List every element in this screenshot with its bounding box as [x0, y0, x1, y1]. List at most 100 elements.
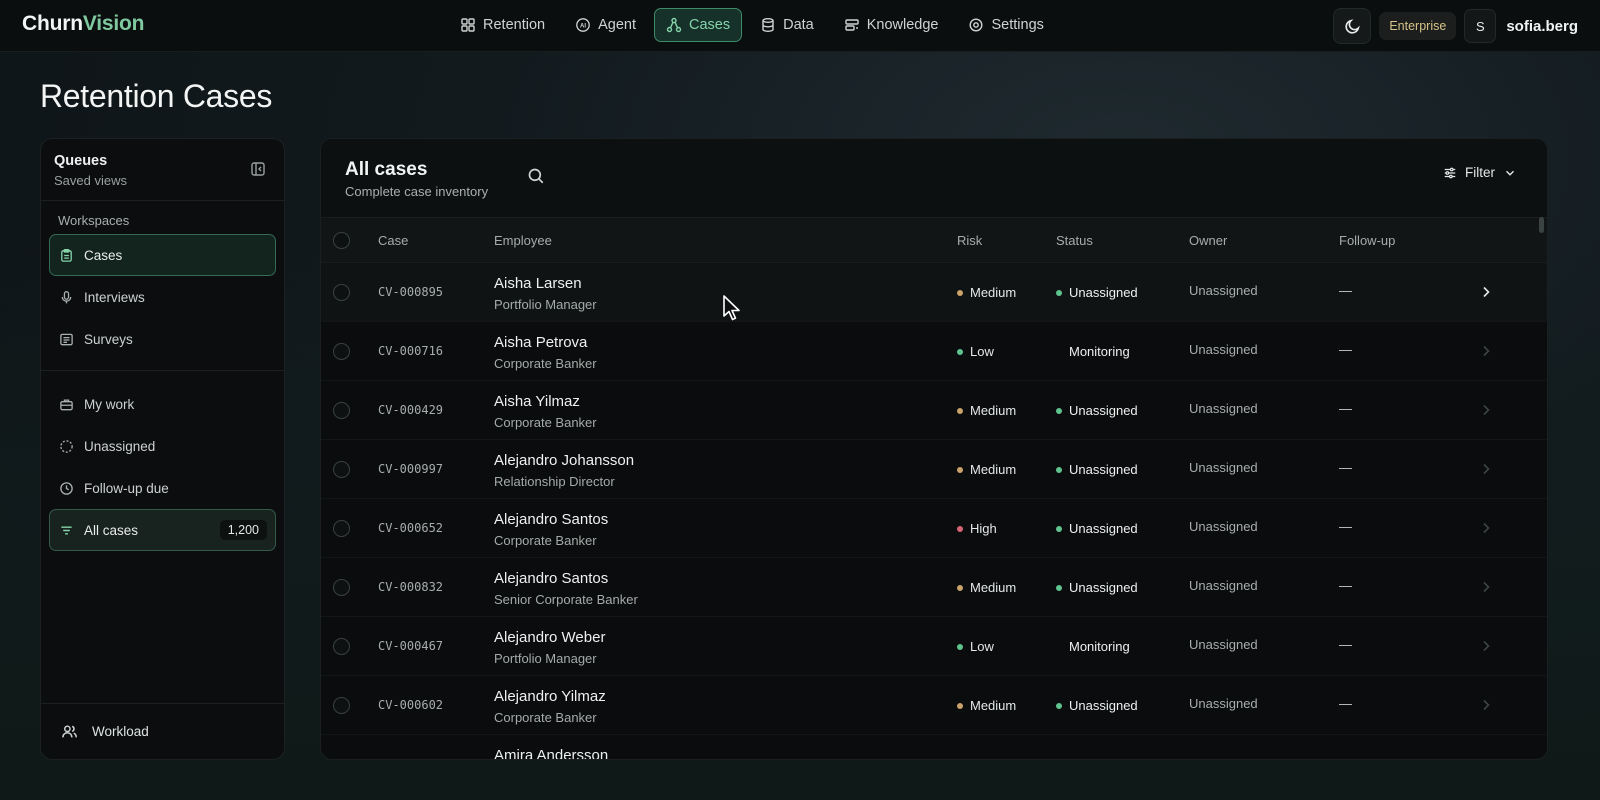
app-logo[interactable]: ChurnVision: [22, 12, 144, 36]
row-checkbox[interactable]: [333, 284, 350, 301]
table-row[interactable]: Amira Andersson: [321, 735, 1547, 759]
chevron-right-icon[interactable]: [1481, 344, 1491, 358]
ai-icon: AI: [576, 18, 590, 32]
cases-network-icon: [666, 17, 682, 33]
sidebar-item-follow-up-due[interactable]: Follow-up due: [49, 467, 276, 509]
employee-role: Corporate Banker: [494, 533, 597, 548]
search-icon[interactable]: [527, 167, 545, 185]
table-row[interactable]: CV-000652 Alejandro Santos Corporate Banke…: [321, 499, 1547, 558]
table-row[interactable]: CV-000467 Alejandro Weber Portfolio Manage…: [321, 617, 1547, 676]
table-row[interactable]: CV-000832 Alejandro Santos Senior Corporat…: [321, 558, 1547, 617]
workload-button[interactable]: Workload: [41, 703, 284, 759]
sidebar-item-my-work[interactable]: My work: [49, 383, 276, 425]
owner-cell: Unassigned: [1189, 283, 1258, 298]
status-dot: [1056, 702, 1062, 709]
risk-cell: Low: [957, 639, 994, 654]
user-name[interactable]: sofia.berg: [1506, 18, 1578, 35]
chevron-right-icon[interactable]: [1481, 285, 1491, 299]
row-checkbox[interactable]: [333, 579, 350, 596]
column-header-employee[interactable]: Employee: [494, 233, 552, 248]
chevron-right-icon[interactable]: [1481, 521, 1491, 535]
owner-cell: Unassigned: [1189, 342, 1258, 357]
risk-cell: High: [957, 521, 997, 536]
risk-label: Low: [970, 639, 994, 654]
svg-text:AI: AI: [580, 23, 586, 29]
chevron-right-icon[interactable]: [1481, 462, 1491, 476]
status-badge: Unassigned: [1056, 462, 1138, 477]
table-row[interactable]: CV-000602 Alejandro Yilmaz Corporate Banke…: [321, 676, 1547, 735]
select-all-checkbox[interactable]: [333, 232, 350, 249]
follow-up-cell: —: [1339, 519, 1352, 534]
employee-name: Alejandro Yilmaz: [494, 688, 606, 705]
table-row[interactable]: CV-000895 Aisha Larsen Portfolio Manager Me…: [321, 263, 1547, 322]
employee-name: Alejandro Santos: [494, 570, 609, 587]
employee-name: Alejandro Santos: [494, 511, 609, 528]
sidebar-divider: [41, 370, 284, 371]
nav-knowledge[interactable]: Knowledge: [832, 8, 951, 42]
row-checkbox[interactable]: [333, 520, 350, 537]
risk-dot: [957, 643, 963, 650]
sidebar-header: Queues Saved views: [41, 139, 284, 201]
grid-icon: [461, 18, 475, 32]
sidebar-item-surveys[interactable]: Surveys: [49, 318, 276, 360]
column-header-status[interactable]: Status: [1056, 233, 1093, 248]
row-checkbox[interactable]: [333, 343, 350, 360]
sidebar-item-interviews[interactable]: Interviews: [49, 276, 276, 318]
status-dot: [1056, 407, 1062, 414]
employee-role: Corporate Banker: [494, 710, 597, 725]
sidebar-item-label: My work: [84, 396, 135, 412]
collapse-sidebar-icon[interactable]: [250, 161, 266, 177]
risk-cell: Medium: [957, 285, 1016, 300]
follow-up-cell: —: [1339, 696, 1352, 711]
status-badge: Unassigned: [1056, 521, 1138, 536]
table-row[interactable]: CV-000997 Alejandro Johansson Relationship…: [321, 440, 1547, 499]
employee-name: Alejandro Weber: [494, 629, 606, 646]
knowledge-icon: [845, 19, 859, 31]
employee-role: Portfolio Manager: [494, 651, 597, 666]
column-header-case[interactable]: Case: [378, 233, 408, 248]
table-row[interactable]: CV-000429 Aisha Yilmaz Corporate Banker Med…: [321, 381, 1547, 440]
panel-header: All cases Complete case inventory Filter: [321, 139, 1547, 217]
sidebar-title: Queues: [54, 153, 108, 169]
owner-cell: Unassigned: [1189, 696, 1258, 711]
risk-cell: Medium: [957, 580, 1016, 595]
risk-dot: [957, 584, 963, 591]
sidebar-subtitle: Saved views: [54, 173, 127, 188]
employee-role: Portfolio Manager: [494, 297, 597, 312]
employee-role: Corporate Banker: [494, 356, 597, 371]
column-header-risk[interactable]: Risk: [957, 233, 982, 248]
follow-up-cell: —: [1339, 460, 1352, 475]
panel-subtitle: Complete case inventory: [345, 184, 489, 199]
table-row[interactable]: CV-000716 Aisha Petrova Corporate Banker Lo…: [321, 322, 1547, 381]
scrollbar[interactable]: [1539, 217, 1544, 233]
sidebar-item-cases[interactable]: Cases: [49, 234, 276, 276]
risk-dot: [957, 702, 963, 709]
row-checkbox[interactable]: [333, 402, 350, 419]
status-label: Monitoring: [1069, 344, 1130, 359]
chevron-right-icon[interactable]: [1481, 639, 1491, 653]
employee-name: Aisha Larsen: [494, 275, 582, 292]
avatar[interactable]: S: [1464, 9, 1497, 43]
nav-retention[interactable]: Retention: [448, 8, 557, 42]
theme-toggle-button[interactable]: [1333, 8, 1372, 44]
chevron-right-icon[interactable]: [1481, 403, 1491, 417]
nav-cases[interactable]: Cases: [653, 8, 743, 42]
row-checkbox[interactable]: [333, 638, 350, 655]
column-header-owner[interactable]: Owner: [1189, 233, 1227, 248]
sidebar-item-unassigned[interactable]: Unassigned: [49, 425, 276, 467]
case-id: CV-000716: [378, 344, 444, 358]
nav-agent[interactable]: AI Agent: [563, 8, 648, 42]
sidebar-item-all-cases[interactable]: All cases 1,200: [49, 509, 276, 551]
column-header-follow-up[interactable]: Follow-up: [1339, 233, 1395, 248]
sidebar-item-label: Cases: [84, 247, 123, 263]
nav-data[interactable]: Data: [748, 8, 826, 42]
filter-button[interactable]: Filter: [1443, 165, 1517, 180]
status-dot: [1056, 466, 1062, 473]
nav-settings[interactable]: Settings: [956, 8, 1055, 42]
row-checkbox[interactable]: [333, 697, 350, 714]
cases-panel: All cases Complete case inventory Filter…: [320, 138, 1548, 760]
row-checkbox[interactable]: [333, 461, 350, 478]
chevron-right-icon[interactable]: [1481, 698, 1491, 712]
status-dot: [1056, 289, 1062, 296]
chevron-right-icon[interactable]: [1481, 580, 1491, 594]
